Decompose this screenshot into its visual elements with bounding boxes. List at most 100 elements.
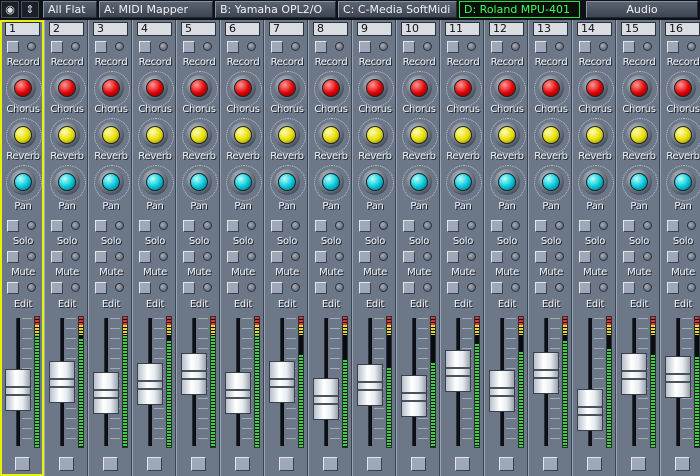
- mute-button[interactable]: [315, 251, 327, 263]
- solo-button[interactable]: [51, 220, 63, 232]
- edit-button[interactable]: [51, 282, 63, 294]
- record-button[interactable]: [403, 41, 415, 53]
- reverb-knob[interactable]: [446, 118, 482, 154]
- channel-number[interactable]: 8: [313, 22, 348, 36]
- channel-number[interactable]: 7: [269, 22, 304, 36]
- edit-button[interactable]: [7, 282, 19, 294]
- channel-number[interactable]: 5: [181, 22, 216, 36]
- select-button[interactable]: [455, 457, 470, 471]
- chorus-knob[interactable]: [666, 71, 700, 107]
- pan-knob[interactable]: [666, 165, 700, 201]
- pan-knob[interactable]: [490, 165, 526, 201]
- mute-button[interactable]: [667, 251, 679, 263]
- channel-number[interactable]: 4: [137, 22, 172, 36]
- chorus-knob[interactable]: [622, 71, 658, 107]
- chorus-knob[interactable]: [94, 71, 130, 107]
- chorus-knob[interactable]: [50, 71, 86, 107]
- mute-button[interactable]: [447, 251, 459, 263]
- select-button[interactable]: [543, 457, 558, 471]
- chorus-knob[interactable]: [226, 71, 262, 107]
- edit-button[interactable]: [95, 282, 107, 294]
- reverb-knob[interactable]: [666, 118, 700, 154]
- reverb-knob[interactable]: [578, 118, 614, 154]
- reverb-knob[interactable]: [402, 118, 438, 154]
- fader-handle[interactable]: [225, 372, 251, 414]
- mute-button[interactable]: [139, 251, 151, 263]
- reverb-knob[interactable]: [534, 118, 570, 154]
- fader-handle[interactable]: [533, 352, 559, 394]
- fader-handle[interactable]: [577, 389, 603, 431]
- chorus-knob[interactable]: [534, 71, 570, 107]
- pan-knob[interactable]: [622, 165, 658, 201]
- mute-button[interactable]: [535, 251, 547, 263]
- chorus-knob[interactable]: [490, 71, 526, 107]
- mute-button[interactable]: [403, 251, 415, 263]
- camera-icon[interactable]: ◉: [1, 1, 19, 18]
- edit-button[interactable]: [359, 282, 371, 294]
- edit-button[interactable]: [271, 282, 283, 294]
- solo-button[interactable]: [447, 220, 459, 232]
- solo-button[interactable]: [667, 220, 679, 232]
- mute-button[interactable]: [491, 251, 503, 263]
- select-button[interactable]: [631, 457, 646, 471]
- fader-handle[interactable]: [137, 363, 163, 405]
- reverb-knob[interactable]: [270, 118, 306, 154]
- mute-button[interactable]: [359, 251, 371, 263]
- chorus-knob[interactable]: [402, 71, 438, 107]
- solo-button[interactable]: [623, 220, 635, 232]
- record-button[interactable]: [447, 41, 459, 53]
- channel-number[interactable]: 10: [401, 22, 436, 36]
- reverb-knob[interactable]: [6, 118, 42, 154]
- fader-handle[interactable]: [269, 361, 295, 403]
- select-button[interactable]: [15, 457, 30, 471]
- channel-number[interactable]: 2: [49, 22, 84, 36]
- chorus-knob[interactable]: [182, 71, 218, 107]
- edit-button[interactable]: [139, 282, 151, 294]
- tab-midi-mapper[interactable]: A: MIDI Mapper: [99, 1, 213, 18]
- mute-button[interactable]: [51, 251, 63, 263]
- record-button[interactable]: [51, 41, 63, 53]
- record-button[interactable]: [359, 41, 371, 53]
- pan-knob[interactable]: [226, 165, 262, 201]
- reverb-knob[interactable]: [314, 118, 350, 154]
- select-button[interactable]: [411, 457, 426, 471]
- solo-button[interactable]: [7, 220, 19, 232]
- reverb-knob[interactable]: [226, 118, 262, 154]
- record-button[interactable]: [491, 41, 503, 53]
- pan-knob[interactable]: [358, 165, 394, 201]
- record-button[interactable]: [579, 41, 591, 53]
- tab-audio[interactable]: Audio: [586, 1, 698, 18]
- record-button[interactable]: [227, 41, 239, 53]
- record-button[interactable]: [139, 41, 151, 53]
- solo-button[interactable]: [315, 220, 327, 232]
- select-button[interactable]: [191, 457, 206, 471]
- mute-button[interactable]: [579, 251, 591, 263]
- channel-number[interactable]: 11: [445, 22, 480, 36]
- record-button[interactable]: [183, 41, 195, 53]
- fader-handle[interactable]: [5, 369, 31, 411]
- channel-number[interactable]: 6: [225, 22, 260, 36]
- solo-button[interactable]: [579, 220, 591, 232]
- fader-handle[interactable]: [49, 361, 75, 403]
- record-button[interactable]: [623, 41, 635, 53]
- tab-yamaha-opl2[interactable]: B: Yamaha OPL2/O: [215, 1, 336, 18]
- channel-number[interactable]: 13: [533, 22, 568, 36]
- edit-button[interactable]: [535, 282, 547, 294]
- fader-handle[interactable]: [621, 353, 647, 395]
- pan-knob[interactable]: [402, 165, 438, 201]
- channel-number[interactable]: 15: [621, 22, 656, 36]
- edit-button[interactable]: [491, 282, 503, 294]
- pan-knob[interactable]: [270, 165, 306, 201]
- solo-button[interactable]: [95, 220, 107, 232]
- edit-button[interactable]: [579, 282, 591, 294]
- pan-knob[interactable]: [314, 165, 350, 201]
- mute-button[interactable]: [183, 251, 195, 263]
- mute-button[interactable]: [623, 251, 635, 263]
- tab-cmedia-softmidi[interactable]: C: C-Media SoftMidi: [338, 1, 457, 18]
- solo-button[interactable]: [227, 220, 239, 232]
- edit-button[interactable]: [315, 282, 327, 294]
- record-button[interactable]: [7, 41, 19, 53]
- mute-button[interactable]: [7, 251, 19, 263]
- mute-button[interactable]: [271, 251, 283, 263]
- select-button[interactable]: [499, 457, 514, 471]
